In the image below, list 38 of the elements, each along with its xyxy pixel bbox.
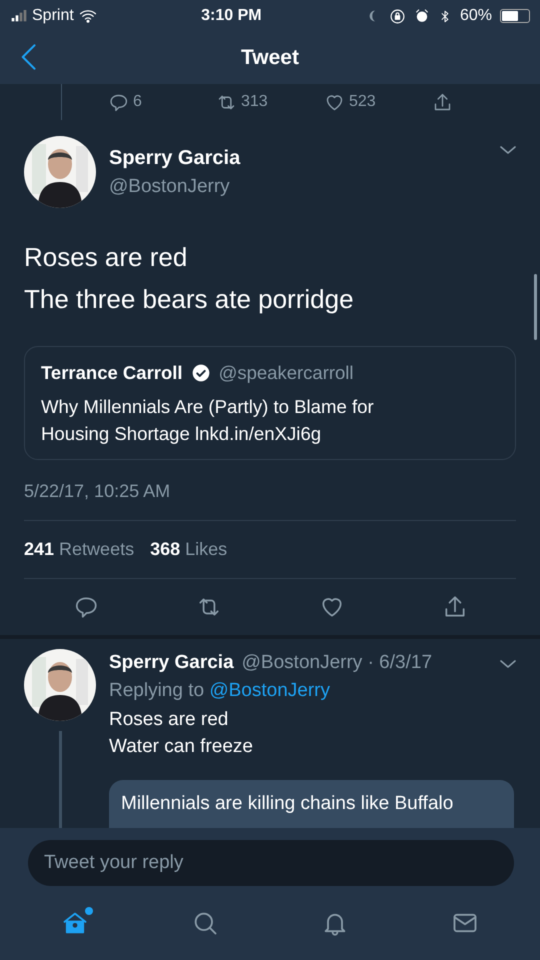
handle-link[interactable]: @BostonJerry [209, 680, 330, 702]
caret-icon [500, 660, 516, 668]
action-button[interactable]: 6 [108, 90, 216, 114]
author-name: Sperry Garcia [109, 146, 242, 171]
action-button[interactable]: 523 [324, 90, 432, 114]
page-title: Tweet [241, 45, 299, 72]
link-preview-text: Millennials are killing chains like Buffalo [121, 792, 454, 816]
tweet-text-line: The three bears ate porridge [24, 283, 355, 316]
battery-icon [500, 9, 530, 23]
reply-text-line: Roses are red [109, 708, 230, 732]
battery-percent: 60% [460, 6, 492, 26]
tweet-timestamp: 5/22/17, 10:25 AM [24, 480, 172, 503]
scroll-indicator [534, 274, 537, 340]
tweet-text-line: Roses are red [24, 241, 188, 274]
menu-caret-button[interactable] [500, 146, 516, 154]
carrier-name: Sprint [32, 6, 74, 26]
back-button[interactable] [20, 44, 36, 70]
engagement-stat[interactable]: 368 Likes [150, 536, 228, 563]
share-icon [432, 92, 453, 112]
quoted-author-name: Terrance Carroll [41, 361, 183, 385]
link-preview-card[interactable]: Millennials are killing chains like Buffalo [109, 780, 514, 828]
signal-icon [10, 8, 28, 24]
reply-handle-date: @BostonJerry · 6/3/17 [242, 650, 434, 675]
reply-text-line: Water can freeze [109, 734, 254, 759]
author-handle: @BostonJerry [109, 174, 231, 199]
status-time: 3:10 PM [201, 6, 262, 26]
action-button[interactable]: 313 [216, 90, 324, 114]
quoted-tweet-card[interactable]: Terrance Carroll @speakercarroll Why Millennials Are (Partly) to Blame for Housing Shortage lnkd.in/enXJi6g [24, 346, 516, 460]
caret-icon [500, 146, 516, 154]
quoted-author-handle: @speakercarroll [218, 361, 354, 385]
quoted-tweet-text: Why Millennials Are (Partly) to Blame for Housing Shortage lnkd.in/enXJi6g [41, 394, 375, 446]
alarm-icon [414, 8, 430, 24]
reply-author-name: Sperry Garcia [109, 650, 234, 675]
menu-caret-button[interactable] [500, 660, 516, 668]
replying-to-text: Replying to @BostonJerry [109, 679, 332, 704]
reply-input-field[interactable]: Tweet your reply [28, 840, 514, 886]
rotation-lock-icon [388, 8, 406, 24]
engagement-stat[interactable]: 241 Retweets [24, 536, 134, 563]
